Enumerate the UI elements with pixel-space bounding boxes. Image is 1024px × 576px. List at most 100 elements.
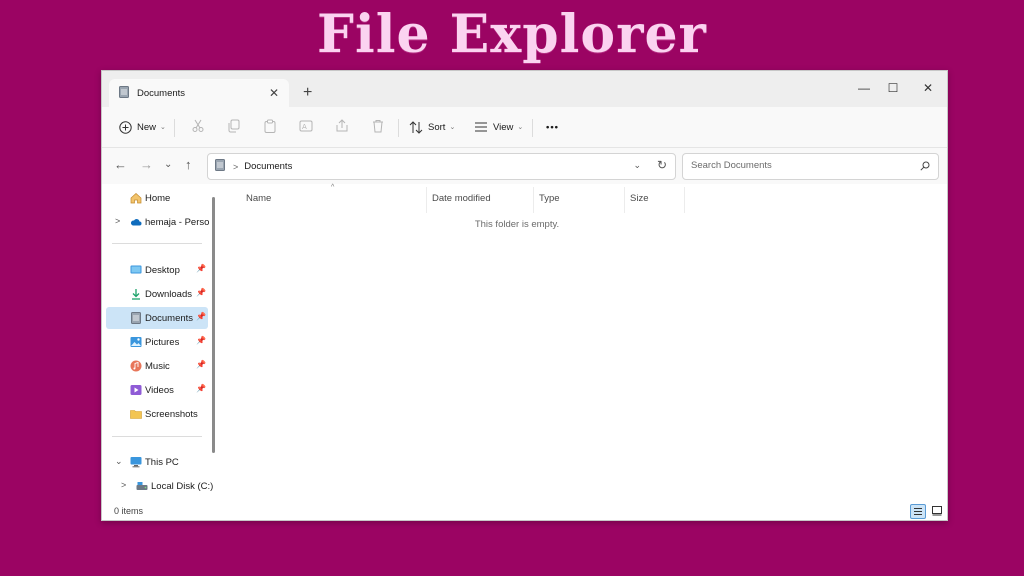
close-button[interactable]: ✕: [918, 81, 938, 95]
column-divider[interactable]: [684, 187, 685, 213]
sidebar-divider: [112, 436, 202, 437]
music-icon: [130, 360, 142, 372]
maximize-button[interactable]: ☐: [883, 81, 903, 95]
sidebar-item-screenshots[interactable]: Screenshots: [106, 403, 208, 425]
pin-icon[interactable]: 📌: [196, 336, 206, 345]
cloud-icon: [130, 219, 142, 226]
picture-icon: [130, 337, 142, 347]
forward-button[interactable]: →: [140, 158, 153, 172]
pin-icon[interactable]: 📌: [196, 312, 206, 321]
new-tab-button[interactable]: +: [303, 85, 312, 101]
sort-button[interactable]: Sort ⌄: [409, 119, 455, 135]
sort-icon: [409, 120, 423, 134]
tiles-view-button[interactable]: [930, 504, 944, 517]
desktop-icon: [130, 265, 142, 274]
sidebar-item-label: Local Disk (C:): [151, 481, 214, 492]
chevron-down-icon: ⌄: [517, 124, 524, 131]
pin-icon[interactable]: 📌: [196, 384, 206, 393]
pin-icon[interactable]: 📌: [196, 288, 206, 297]
sort-label: Sort: [428, 121, 446, 133]
delete-icon[interactable]: [371, 119, 385, 136]
navigation-bar: ← → ⌄ ↑ > Documents ⌄ ↻: [102, 148, 947, 184]
address-bar[interactable]: > Documents ⌄ ↻: [207, 153, 676, 180]
toolbar-divider: [398, 119, 399, 137]
details-view-button[interactable]: [910, 504, 926, 519]
sidebar-item-desktop[interactable]: Desktop 📌: [106, 259, 208, 281]
folder-icon: [130, 410, 142, 419]
plus-circle-icon: [119, 120, 132, 134]
navigation-pane: Home > hemaja - Personal Desktop 📌 Downl…: [102, 184, 217, 502]
computer-icon: [130, 457, 142, 468]
cut-icon[interactable]: [191, 119, 205, 136]
sidebar-item-this-pc[interactable]: ⌄ This PC: [106, 451, 208, 473]
chevron-down-icon: ⌄: [449, 124, 456, 131]
pin-icon[interactable]: 📌: [196, 360, 206, 369]
back-button[interactable]: ←: [114, 158, 127, 172]
sidebar-item-music[interactable]: Music 📌: [106, 355, 208, 377]
title-bar: Documents ✕ + — ☐ ✕: [102, 71, 947, 107]
rename-icon[interactable]: A: [299, 119, 313, 136]
sidebar-item-label: Home: [145, 193, 171, 204]
command-bar: New ⌄ A Sort ⌄ View ⌄ •••: [102, 107, 947, 148]
expand-chevron-icon[interactable]: >: [115, 216, 120, 226]
column-header-name[interactable]: Name: [246, 193, 271, 204]
details-view-icon: [914, 508, 922, 515]
search-input[interactable]: [689, 159, 913, 172]
toolbar-divider: [532, 119, 533, 137]
sidebar-item-local-disk[interactable]: > Local Disk (C:): [112, 475, 214, 497]
document-icon: [215, 159, 225, 174]
sidebar-item-home[interactable]: Home: [106, 187, 208, 209]
share-icon[interactable]: [335, 119, 349, 136]
column-header-type[interactable]: Type: [539, 193, 560, 204]
banner-title: File Explorer: [317, 3, 707, 65]
new-button[interactable]: New ⌄: [119, 119, 166, 135]
view-button[interactable]: View ⌄: [474, 119, 523, 135]
address-dropdown-icon[interactable]: ⌄: [633, 160, 641, 171]
video-icon: [130, 385, 142, 395]
chevron-down-icon: ⌄: [160, 124, 166, 131]
sidebar-item-videos[interactable]: Videos 📌: [106, 379, 208, 401]
svg-text:A: A: [302, 123, 307, 131]
sidebar-item-onedrive[interactable]: > hemaja - Personal: [106, 211, 209, 233]
sidebar-item-label: hemaja - Personal: [145, 217, 209, 228]
item-count: 0 items: [114, 506, 144, 516]
recent-locations-button[interactable]: ⌄: [164, 158, 172, 172]
sidebar-item-pictures[interactable]: Pictures 📌: [106, 331, 208, 353]
up-button[interactable]: ↑: [185, 158, 192, 172]
breadcrumb-separator[interactable]: >: [233, 162, 238, 172]
sidebar-item-downloads[interactable]: Downloads 📌: [106, 283, 208, 305]
paste-icon[interactable]: [263, 119, 277, 136]
search-box[interactable]: [682, 153, 939, 180]
collapse-chevron-icon[interactable]: ⌄: [115, 456, 123, 467]
view-label: View: [493, 121, 514, 133]
home-icon: [130, 193, 142, 204]
toolbar-divider: [174, 119, 175, 137]
empty-folder-message: This folder is empty.: [474, 219, 560, 230]
search-icon[interactable]: [920, 161, 930, 174]
more-options-button[interactable]: •••: [546, 119, 559, 135]
sidebar-item-documents[interactable]: Documents 📌: [106, 307, 208, 329]
sidebar-scrollbar[interactable]: [212, 197, 215, 453]
refresh-icon[interactable]: ↻: [657, 158, 667, 172]
download-icon: [132, 289, 140, 300]
copy-icon[interactable]: [227, 119, 241, 136]
file-explorer-window: Documents ✕ + — ☐ ✕ New ⌄ A Sort ⌄ View …: [101, 70, 948, 521]
file-list: ^ Name Date modified Type Size This fold…: [219, 184, 947, 502]
expand-chevron-icon[interactable]: >: [121, 480, 126, 490]
disk-icon: [136, 482, 148, 490]
breadcrumb-documents[interactable]: Documents: [244, 161, 292, 172]
view-lines-icon: [475, 122, 487, 132]
new-label: New: [137, 121, 157, 133]
column-divider[interactable]: [533, 187, 534, 213]
tab-label: Documents: [137, 87, 186, 99]
column-divider[interactable]: [624, 187, 625, 213]
pin-icon[interactable]: 📌: [196, 264, 206, 273]
column-header-size[interactable]: Size: [630, 193, 648, 204]
tab-close-icon[interactable]: ✕: [269, 87, 279, 99]
tab-documents[interactable]: Documents ✕: [109, 79, 289, 107]
column-divider[interactable]: [426, 187, 427, 213]
sidebar-divider: [112, 243, 202, 244]
minimize-button[interactable]: —: [854, 81, 874, 95]
column-header-date-modified[interactable]: Date modified: [432, 193, 491, 204]
sidebar-item-label: This PC: [145, 457, 179, 468]
